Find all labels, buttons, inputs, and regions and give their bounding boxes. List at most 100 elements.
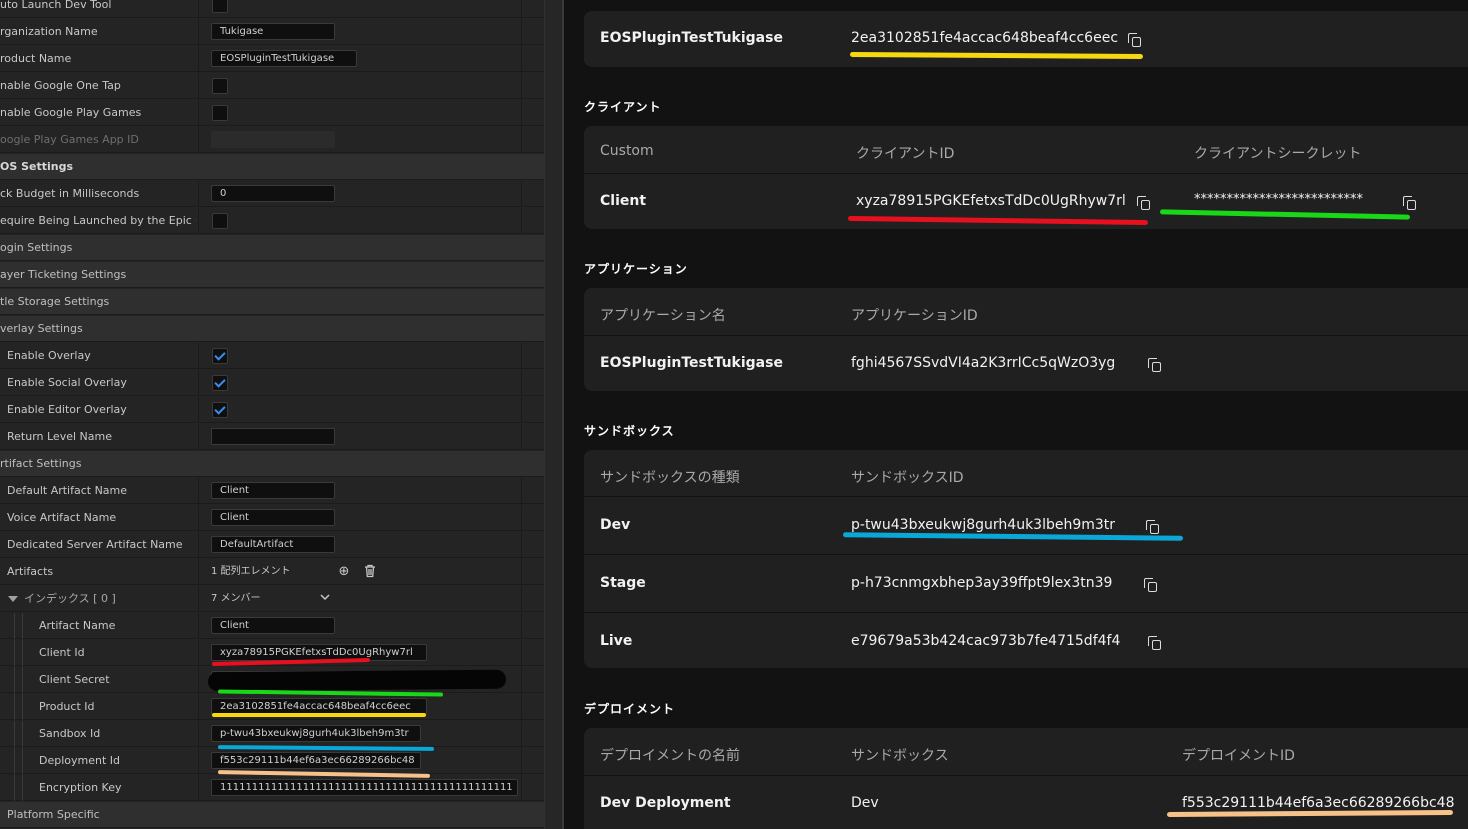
application-id: fghi4567SSvdVI4a2K3rrICc5qWzO3yg [851,355,1116,371]
property-label: Enable Editor Overlay [7,403,127,416]
property-row: Artifacts 1 配列エレメント ⊕ [0,559,544,585]
copy-icon[interactable] [1144,578,1157,592]
add-element-icon[interactable]: ⊕ [336,564,352,580]
property-row: Encryption Key 1111111111111111111111111… [0,775,544,801]
property-row: oogle Play Games App ID [0,127,544,153]
black-redaction-mark [207,669,507,692]
trash-icon[interactable] [362,564,378,580]
column-header: クライアントシークレット [1194,146,1362,162]
default-artifact-name-field[interactable]: Client [211,482,335,499]
artifact-name-field[interactable]: Client [211,617,335,634]
category-row[interactable]: rtifact Settings [0,451,544,477]
category-label: Platform Specific [7,808,100,821]
property-row: Dedicated Server Artifact Name DefaultAr… [0,532,544,558]
chevron-down-icon[interactable] [317,591,333,607]
property-label: Voice Artifact Name [7,511,117,524]
property-row: Enable Overlay [0,343,544,369]
sandbox-type: Stage [600,575,646,591]
ue-details-panel: uto Launch Dev Tool rganization Name Tuk… [0,0,544,829]
category-row[interactable]: ogin Settings [0,235,544,261]
property-row: ck Budget in Milliseconds 0 [0,181,544,207]
section-title-clients: クライアント [584,100,662,114]
property-label: Enable Social Overlay [7,376,127,389]
section-title-sandboxes: サンドボックス [584,424,675,438]
category-label: OS Settings [0,160,74,173]
google-one-tap-checkbox[interactable] [212,78,228,94]
google-play-games-app-id-field [211,131,335,148]
application-name: EOSPluginTestTukigase [600,355,783,371]
property-label: Default Artifact Name [7,484,128,497]
deployment-name: Dev Deployment [600,795,731,811]
dedicated-server-artifact-field[interactable]: DefaultArtifact [211,536,335,553]
enable-overlay-checkbox[interactable] [212,348,228,364]
category-label: tle Storage Settings [0,295,110,308]
deployment-id: f553c29111b44ef6a3ec66289266bc48 [1182,795,1455,811]
property-label: nable Google One Tap [0,79,121,92]
category-label: verlay Settings [0,322,83,335]
property-row: Default Artifact Name Client [0,478,544,504]
property-row: uto Launch Dev Tool [0,0,544,18]
copy-icon[interactable] [1146,520,1159,534]
property-label: Client Id [39,646,85,659]
property-label: nable Google Play Games [0,106,142,119]
property-row: rganization Name Tukigase [0,19,544,45]
property-label: equire Being Launched by the Epic Ga... [0,214,196,227]
property-row: Enable Social Overlay [0,370,544,396]
column-header: サンドボックスの種類 [600,470,740,486]
expand-triangle-icon[interactable] [8,596,18,602]
property-label: uto Launch Dev Tool [0,0,112,11]
category-row[interactable]: OS Settings [0,154,544,180]
deployment-id-field[interactable]: f553c29111b44ef6a3ec66289266bc48 [211,752,421,769]
property-label: ck Budget in Milliseconds [0,187,140,200]
property-label: Encryption Key [39,781,122,794]
property-label: Enable Overlay [7,349,91,362]
product-card: EOSPluginTestTukigase 2ea3102851fe4accac… [584,11,1468,67]
tick-budget-field[interactable]: 0 [211,185,335,202]
category-row[interactable]: tle Storage Settings [0,289,544,315]
client-name: Client [600,193,647,209]
property-row: Voice Artifact Name Client [0,505,544,531]
section-title-deployments: デプロイメント [584,702,676,716]
product-name-field[interactable]: EOSPluginTestTukigase [211,50,357,67]
sandbox-type: Live [600,633,633,649]
sandbox-id: e79679a53b424cac973b7fe4715df4f4 [851,633,1121,649]
property-row[interactable]: インデックス [ 0 ] 7 メンバー [0,586,544,612]
require-epic-launcher-checkbox[interactable] [212,213,228,229]
property-label: oogle Play Games App ID [0,133,139,146]
property-label: roduct Name [0,52,72,65]
property-row: equire Being Launched by the Epic Ga... [0,208,544,234]
property-row: nable Google One Tap [0,73,544,99]
enable-editor-overlay-checkbox[interactable] [212,402,228,418]
property-label: Artifact Name [39,619,116,632]
voice-artifact-name-field[interactable]: Client [211,509,335,526]
category-label: rtifact Settings [0,457,82,470]
copy-icon[interactable] [1137,196,1150,210]
category-row[interactable]: verlay Settings [0,316,544,342]
enable-social-overlay-checkbox[interactable] [212,375,228,391]
auto-launch-dev-tool-checkbox[interactable] [212,0,228,13]
encryption-key-field[interactable]: 1111111111111111111111111111111111111111… [211,779,518,796]
copy-icon[interactable] [1148,636,1161,650]
sandbox-id: p-h73cnmgxbhep3ay39ffpt9lex3tn39 [851,575,1113,591]
sandbox-type: Dev [600,517,631,533]
sandboxes-table: サンドボックスの種類 サンドボックスID Dev p-twu43bxeukwj8… [584,450,1468,668]
copy-icon[interactable] [1128,33,1141,47]
product-name: EOSPluginTestTukigase [600,30,783,46]
client-id: xyza78915PGKEfetxsTdDc0UgRhyw7rl [856,193,1126,209]
copy-icon[interactable] [1148,358,1161,372]
column-header: Custom [600,143,654,159]
google-play-games-checkbox[interactable] [212,105,228,121]
column-header: デプロイメントの名前 [600,748,740,764]
eos-portal-panel: EOSPluginTestTukigase 2ea3102851fe4accac… [564,0,1468,829]
property-row: Artifact Name Client [0,613,544,639]
category-row[interactable]: Platform Specific [0,802,544,828]
product-id: 2ea3102851fe4accac648beaf4cc6eec [851,30,1119,46]
organization-name-field[interactable]: Tukigase [211,23,335,40]
category-row[interactable]: ayer Ticketing Settings [0,262,544,288]
property-label: rganization Name [0,25,98,38]
column-header: アプリケーション名 [600,308,726,324]
return-level-name-field[interactable] [211,428,335,445]
copy-icon[interactable] [1403,196,1416,210]
property-row: Enable Editor Overlay [0,397,544,423]
sandbox-id-field[interactable]: p-twu43bxeukwj8gurh4uk3lbeh9m3tr [211,725,421,742]
